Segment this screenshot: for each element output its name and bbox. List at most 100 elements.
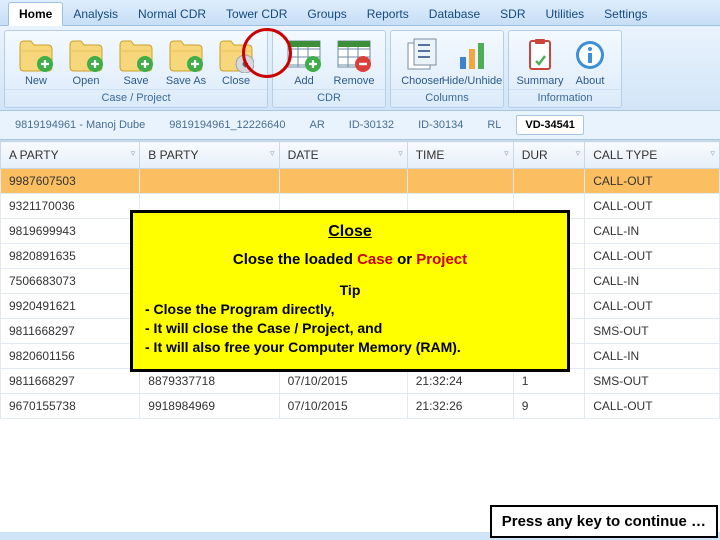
- column-header[interactable]: A PARTY▿: [1, 142, 140, 169]
- ribbon-label: Save: [123, 75, 148, 87]
- ribbon-label: Open: [73, 75, 100, 87]
- menu-tab-analysis[interactable]: Analysis: [63, 3, 128, 25]
- doc-tab[interactable]: ID-30134: [409, 115, 472, 135]
- ribbon-group-title: CDR: [273, 89, 385, 107]
- doc-tab[interactable]: ID-30132: [340, 115, 403, 135]
- chooser-button[interactable]: Chooser: [397, 35, 447, 89]
- save-button[interactable]: Save: [111, 35, 161, 89]
- tooltip-subtitle: Close the loaded Case or Project: [145, 251, 555, 268]
- cell-a: 9811668297: [1, 369, 140, 394]
- filter-icon[interactable]: ▿: [576, 148, 581, 159]
- folder-back-icon: [218, 37, 254, 73]
- cell-a: 9820891635: [1, 244, 140, 269]
- doc-tab[interactable]: 9819194961_12226640: [160, 115, 294, 135]
- about-button[interactable]: About: [565, 35, 615, 89]
- column-header[interactable]: TIME▿: [407, 142, 513, 169]
- cell-a: 9670155738: [1, 394, 140, 419]
- cell-date: [279, 169, 407, 194]
- tooltip-box: Close Close the loaded Case or Project T…: [130, 210, 570, 372]
- table-row[interactable]: 9670155738991898496907/10/201521:32:269C…: [1, 394, 720, 419]
- press-key-prompt[interactable]: Press any key to continue …: [490, 505, 718, 538]
- tooltip-line: - Close the Program directly,: [145, 300, 555, 319]
- ribbon-group-information: Summary About Information: [508, 30, 622, 108]
- column-header[interactable]: DATE▿: [279, 142, 407, 169]
- menu-bar: HomeAnalysisNormal CDRTower CDRGroupsRep…: [0, 0, 720, 26]
- table-row[interactable]: 9811668297887933771807/10/201521:32:241S…: [1, 369, 720, 394]
- info-icon: [572, 37, 608, 73]
- ribbon-label: Hide/Unhide: [442, 75, 503, 87]
- filter-icon[interactable]: ▿: [398, 148, 403, 159]
- doc-tab[interactable]: AR: [301, 115, 334, 135]
- ribbon-label: Save As: [166, 75, 206, 87]
- close-button[interactable]: Close: [211, 35, 261, 89]
- column-header[interactable]: CALL TYPE▿: [585, 142, 720, 169]
- ribbon-group-columns: ChooserHide/UnhideColumns: [390, 30, 504, 108]
- menu-tab-database[interactable]: Database: [419, 3, 490, 25]
- cell-type: SMS-OUT: [585, 319, 720, 344]
- menu-tab-sdr[interactable]: SDR: [490, 3, 535, 25]
- bars-icon: [454, 37, 490, 73]
- menu-tab-groups[interactable]: Groups: [297, 3, 356, 25]
- ribbon-group-title: Information: [509, 89, 621, 107]
- folder-plus-icon: [118, 37, 154, 73]
- menu-tab-home[interactable]: Home: [8, 2, 63, 26]
- cell-dur: [513, 169, 585, 194]
- cell-type: CALL-IN: [585, 344, 720, 369]
- cell-type: SMS-OUT: [585, 369, 720, 394]
- table-row[interactable]: 9987607503 CALL-OUT: [1, 169, 720, 194]
- cell-a: 9819699943: [1, 219, 140, 244]
- ribbon-label: New: [25, 75, 47, 87]
- menu-tab-utilities[interactable]: Utilities: [536, 3, 595, 25]
- menu-tab-reports[interactable]: Reports: [357, 3, 419, 25]
- ribbon-group-title: Case / Project: [5, 89, 267, 107]
- cell-type: CALL-OUT: [585, 244, 720, 269]
- menu-tab-tower-cdr[interactable]: Tower CDR: [216, 3, 297, 25]
- cell-a: 9987607503: [1, 169, 140, 194]
- cell-a: 9811668297: [1, 319, 140, 344]
- add-button[interactable]: Add: [279, 35, 329, 89]
- cell-dur: 1: [513, 369, 585, 394]
- cell-type: CALL-OUT: [585, 194, 720, 219]
- cell-a: 7506683073: [1, 269, 140, 294]
- ribbon-group-case-project: New Open Save Save As CloseCase / Project: [4, 30, 268, 108]
- document-tabs: 9819194961 - Manoj Dube 9819194961_122266…: [0, 111, 720, 140]
- folder-open-icon: [68, 37, 104, 73]
- cell-date: 07/10/2015: [279, 394, 407, 419]
- filter-icon[interactable]: ▿: [270, 148, 275, 159]
- cell-date: 07/10/2015: [279, 369, 407, 394]
- summary-button[interactable]: Summary: [515, 35, 565, 89]
- ribbon-label: Add: [294, 75, 314, 87]
- cell-type: CALL-OUT: [585, 294, 720, 319]
- cell-time: 21:32:24: [407, 369, 513, 394]
- cell-time: [407, 169, 513, 194]
- cell-a: 9321170036: [1, 194, 140, 219]
- filter-icon[interactable]: ▿: [131, 148, 136, 159]
- ribbon-label: About: [576, 75, 605, 87]
- cell-type: CALL-OUT: [585, 394, 720, 419]
- cell-a: 9920491621: [1, 294, 140, 319]
- doc-tab[interactable]: VD-34541: [516, 115, 584, 135]
- remove-button[interactable]: Remove: [329, 35, 379, 89]
- chooser-icon: [404, 37, 440, 73]
- doc-tab[interactable]: 9819194961 - Manoj Dube: [6, 115, 154, 135]
- filter-icon[interactable]: ▿: [504, 148, 509, 159]
- hideunhide-button[interactable]: Hide/Unhide: [447, 35, 497, 89]
- ribbon-label: Remove: [334, 75, 375, 87]
- cell-b: [140, 169, 279, 194]
- folder-plus-icon: [168, 37, 204, 73]
- menu-tab-normal-cdr[interactable]: Normal CDR: [128, 3, 216, 25]
- ribbon-group-cdr: Add Remove CDR: [272, 30, 386, 108]
- ribbon-label: Summary: [516, 75, 563, 87]
- cell-type: CALL-OUT: [585, 169, 720, 194]
- saveas-button[interactable]: Save As: [161, 35, 211, 89]
- doc-tab[interactable]: RL: [478, 115, 510, 135]
- new-button[interactable]: New: [11, 35, 61, 89]
- table-minus-icon: [336, 37, 372, 73]
- tooltip-title: Close: [145, 223, 555, 241]
- column-header[interactable]: B PARTY▿: [140, 142, 279, 169]
- ribbon-group-title: Columns: [391, 89, 503, 107]
- filter-icon[interactable]: ▿: [710, 148, 715, 159]
- menu-tab-settings[interactable]: Settings: [594, 3, 657, 25]
- open-button[interactable]: Open: [61, 35, 111, 89]
- column-header[interactable]: DUR▿: [513, 142, 585, 169]
